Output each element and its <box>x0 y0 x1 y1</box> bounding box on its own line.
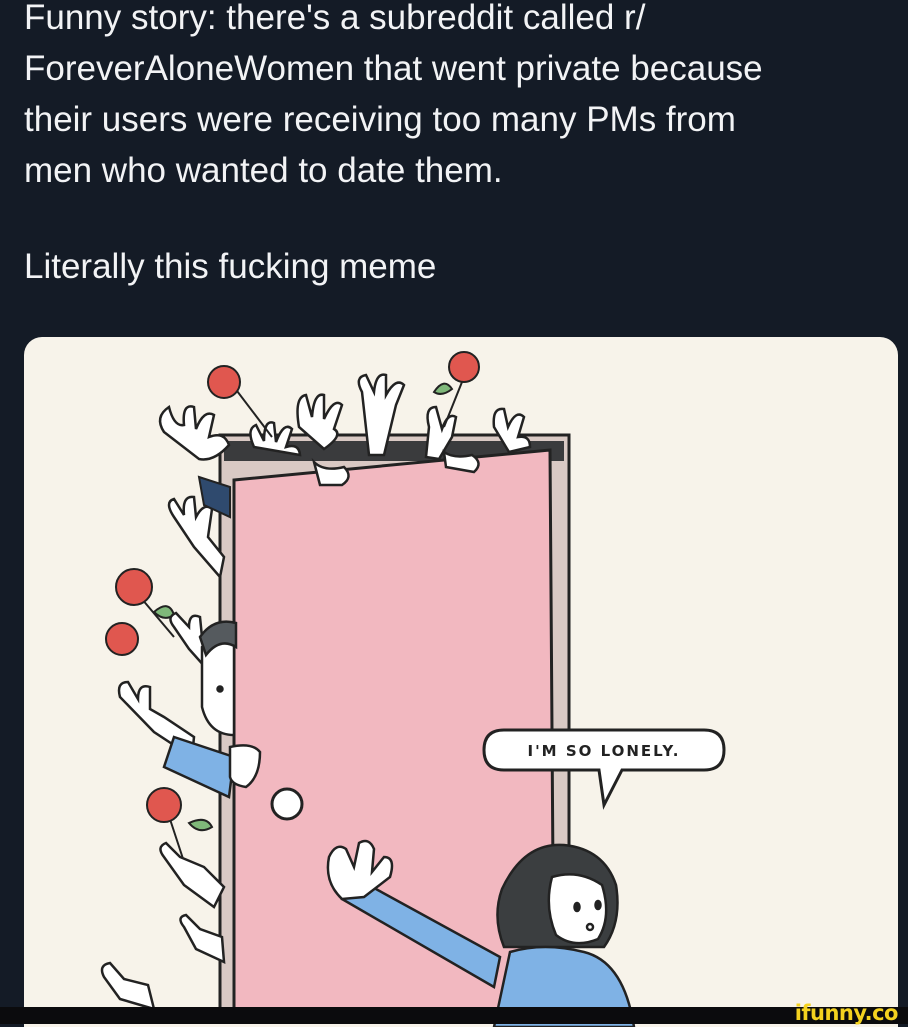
peeking-face <box>198 620 238 737</box>
post-line: Funny story: there's a subreddit called … <box>24 0 646 37</box>
doorknob-icon <box>270 787 304 821</box>
speech-bubble-text: I'M SO LONELY. <box>528 742 681 760</box>
post-caption: Literally this fucking meme <box>24 247 437 286</box>
bottom-bar <box>0 1007 908 1024</box>
ifunny-watermark: ifunny.co <box>794 1001 899 1025</box>
post-line: ForeverAloneWomen that went private beca… <box>24 49 763 88</box>
meme-image[interactable]: I'M SO LONELY. <box>24 337 898 1027</box>
post-text: Funny story: there's a subreddit called … <box>24 0 894 292</box>
post-line: their users were receiving too many PMs … <box>24 100 736 139</box>
post-line: men who wanted to date them. <box>24 151 503 190</box>
